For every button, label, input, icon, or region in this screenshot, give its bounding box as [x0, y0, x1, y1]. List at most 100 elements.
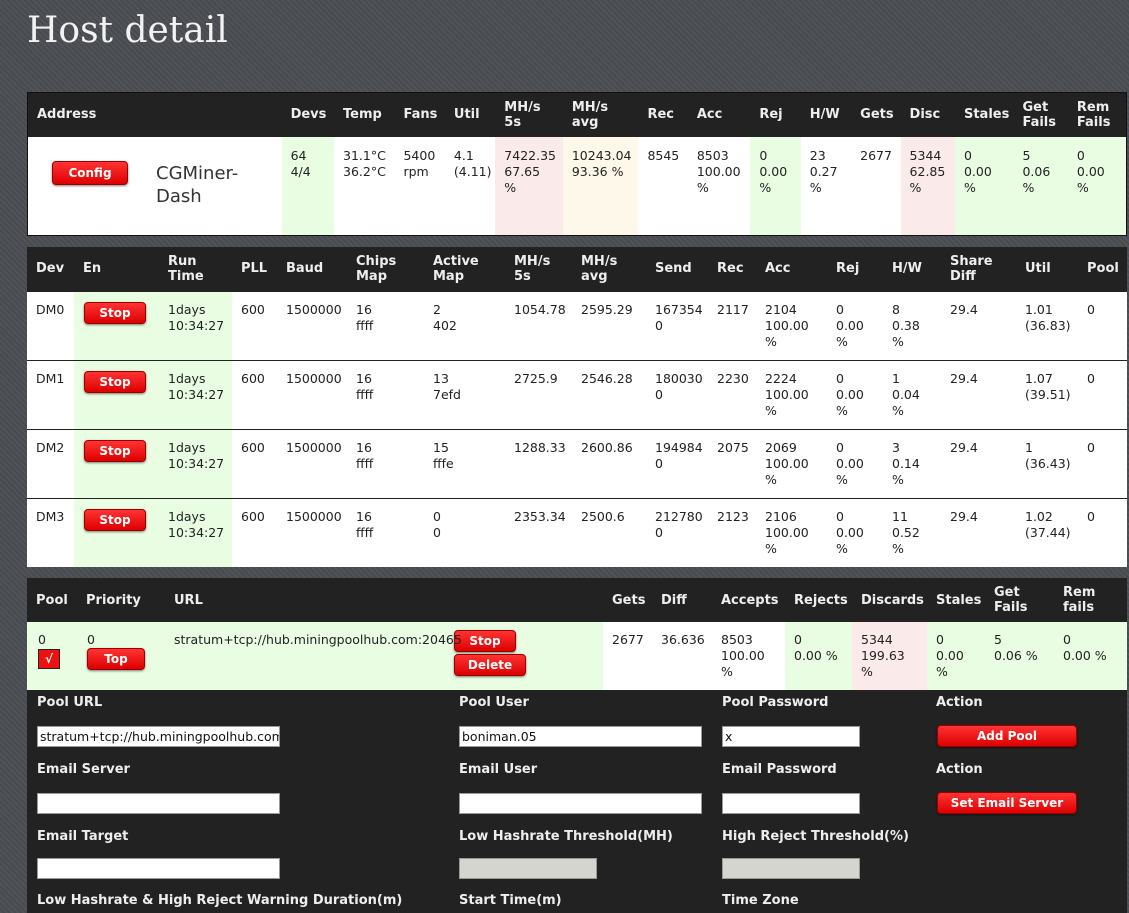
- high-reject-threshold-label: High Reject Threshold(%): [722, 829, 909, 844]
- col-header: PLL: [232, 247, 277, 291]
- gets-cell: 2677: [851, 136, 901, 236]
- email-target-input[interactable]: [37, 858, 280, 879]
- baud-cell: 1500000: [277, 359, 347, 429]
- send-cell: 167354 0: [646, 290, 708, 360]
- col-header: Acc: [687, 92, 751, 137]
- delete-pool-button[interactable]: Delete: [454, 654, 526, 676]
- rec-cell: 2117: [708, 290, 756, 360]
- col-header: Dev: [27, 247, 74, 291]
- col-header: Rej: [827, 247, 883, 291]
- pool-row: 0 √ 0 Top stratum+tcp://hub.miningpoolhu…: [27, 622, 1127, 690]
- email-password-input[interactable]: [722, 793, 860, 814]
- low-hashrate-threshold-input[interactable]: [459, 858, 597, 879]
- col-header: MH/s avg: [572, 247, 646, 291]
- priority-value: 0: [87, 632, 95, 647]
- stales-cell: 0 0.00 %: [927, 622, 985, 690]
- col-header: Get Fails: [1013, 92, 1068, 137]
- pool-cell: 0: [1078, 428, 1127, 498]
- low-hashrate-threshold-label: Low Hashrate Threshold(MH): [459, 829, 673, 844]
- col-header: Get Fails: [985, 578, 1054, 622]
- dev-cell: DM2: [27, 428, 74, 498]
- temp-cell: 31.1°C 36.2°C: [334, 136, 395, 236]
- col-header: Rec: [708, 247, 756, 291]
- util-cell: 1 (36.43): [1016, 428, 1078, 498]
- email-user-label: Email User: [459, 762, 538, 777]
- mhs5s-cell: 1054.78: [505, 290, 572, 360]
- col-header: Pool: [1078, 247, 1127, 291]
- email-server-label: Email Server: [37, 762, 130, 777]
- check-icon: √: [44, 652, 53, 666]
- col-header: Baud: [277, 247, 347, 291]
- util-cell: 4.1 (4.11): [444, 136, 496, 236]
- rej-cell: 0 0.00 %: [750, 136, 801, 236]
- col-header: Util: [1016, 247, 1078, 291]
- set-email-server-button[interactable]: Set Email Server: [937, 792, 1077, 814]
- rec-cell: 8545: [638, 136, 688, 236]
- action-label-2: Action: [936, 762, 983, 777]
- col-header: URL: [165, 578, 450, 622]
- host-row: Config CGMiner- Dash 64 4/4 31.1°C 36.2°…: [27, 136, 1127, 236]
- col-header: MH/s avg: [562, 92, 639, 137]
- pool-index: 0: [38, 632, 46, 647]
- col-header: Send: [646, 247, 708, 291]
- col-header: Util: [444, 92, 496, 137]
- time-zone-label: Time Zone: [722, 893, 799, 908]
- getfails-cell: 5 0.06 %: [1013, 136, 1068, 236]
- acc-cell: 2069 100.00 %: [756, 428, 827, 498]
- mhs5s-cell: 2725.9: [505, 359, 572, 429]
- devices-header-row: Dev En Run Time PLL Baud Chips Map Activ…: [27, 247, 1127, 291]
- rec-cell: 2075: [708, 428, 756, 498]
- add-pool-button[interactable]: Add Pool: [937, 725, 1077, 747]
- diff-cell: 36.636: [652, 622, 712, 690]
- pool-password-input[interactable]: x: [722, 726, 860, 747]
- pool-cell: 0: [1078, 359, 1127, 429]
- email-server-input[interactable]: [37, 793, 280, 814]
- email-target-label: Email Target: [37, 829, 129, 844]
- pool-url-input[interactable]: stratum+tcp://hub.miningpoolhub.com:20: [37, 726, 280, 747]
- pool-enabled-checkbox[interactable]: √: [38, 649, 60, 669]
- stop-pool-button[interactable]: Stop: [454, 630, 516, 652]
- baud-cell: 1500000: [277, 290, 347, 360]
- runtime-cell: 1days 10:34:27: [159, 359, 232, 429]
- pool-cell: 0: [1078, 497, 1127, 567]
- config-button[interactable]: Config: [52, 160, 128, 185]
- mhsavg-cell: 2595.29: [572, 290, 646, 360]
- baud-cell: 1500000: [277, 497, 347, 567]
- col-header: Discards: [852, 578, 927, 622]
- remfails-cell: 0 0.00 %: [1067, 136, 1127, 236]
- pll-cell: 600: [232, 359, 277, 429]
- pool-user-input[interactable]: boniman.05: [459, 726, 702, 747]
- device-row: DM0 Stop 1days 10:34:27 600 1500000 16 f…: [27, 290, 1127, 360]
- stop-device-button[interactable]: Stop: [84, 439, 146, 462]
- rej-cell: 0 0.00 %: [827, 428, 883, 498]
- stop-device-button[interactable]: Stop: [84, 301, 146, 324]
- acc-cell: 8503 100.00 %: [687, 136, 751, 236]
- stop-device-button[interactable]: Stop: [84, 508, 146, 531]
- col-header: Fans: [394, 92, 445, 137]
- acc-cell: 2104 100.00 %: [756, 290, 827, 360]
- mhsavg-cell: 2546.28: [572, 359, 646, 429]
- col-header: Gets: [851, 92, 901, 137]
- host-name: CGMiner- Dash: [156, 162, 239, 207]
- util-cell: 1.07 (39.51): [1016, 359, 1078, 429]
- pool-url-label: Pool URL: [37, 695, 103, 710]
- email-user-input[interactable]: [459, 793, 702, 814]
- mhs5s-cell: 2353.34: [505, 497, 572, 567]
- stop-device-button[interactable]: Stop: [84, 370, 146, 393]
- send-cell: 212780 0: [646, 497, 708, 567]
- hw-cell: 3 0.14 %: [883, 428, 941, 498]
- col-header: Stales: [927, 578, 985, 622]
- rec-cell: 2123: [708, 497, 756, 567]
- dev-cell: DM0: [27, 290, 74, 360]
- url-cell: stratum+tcp://hub.miningpoolhub.com:2046…: [165, 622, 462, 690]
- diff-cell: 29.4: [941, 497, 1016, 567]
- top-priority-button[interactable]: Top: [87, 648, 145, 670]
- rej-cell: 0 0.00 %: [827, 497, 883, 567]
- col-header: Priority: [77, 578, 165, 622]
- en-cell: Stop: [74, 428, 159, 498]
- high-reject-threshold-input[interactable]: [722, 858, 860, 879]
- rej-cell: 0 0.00 %: [827, 359, 883, 429]
- warning-duration-label: Low Hashrate & High Reject Warning Durat…: [37, 893, 403, 908]
- en-cell: Stop: [74, 359, 159, 429]
- col-header: Run Time: [159, 247, 232, 291]
